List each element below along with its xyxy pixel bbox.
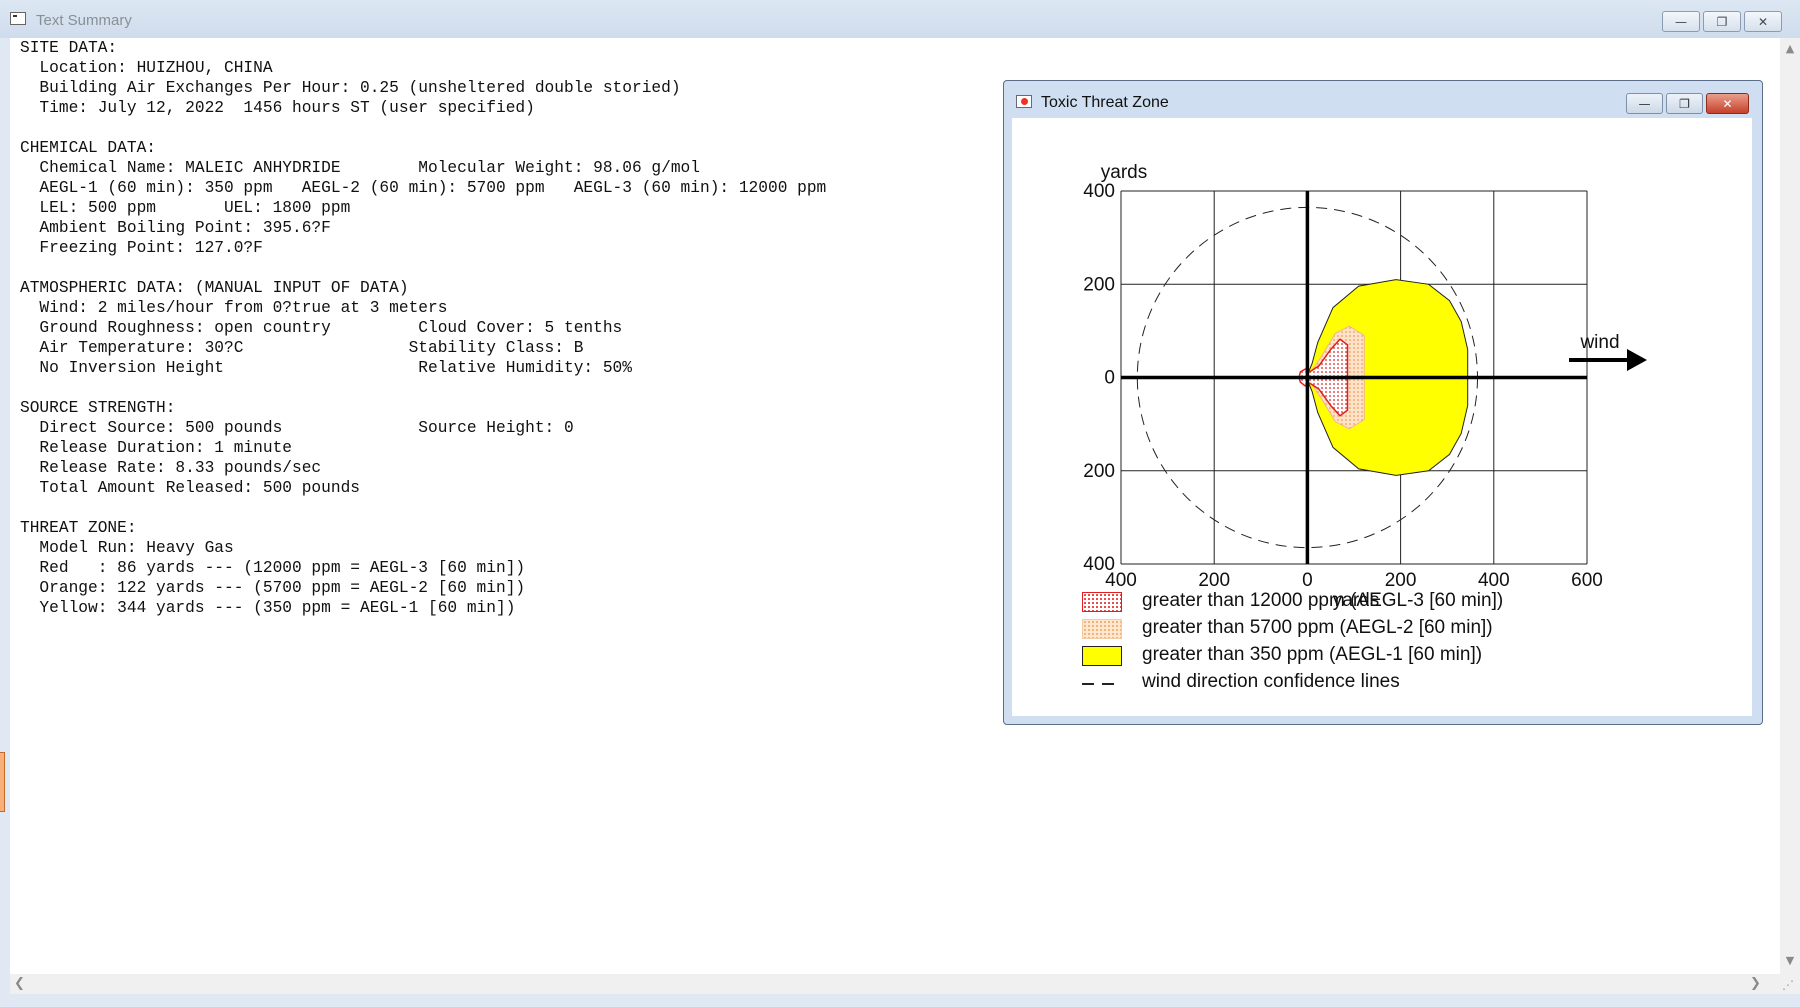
threat-maximize-button[interactable]: ❐ [1666,93,1703,114]
legend-label: greater than 350 ppm (AEGL-1 [60 min]) [1142,644,1483,665]
red-swatch [1082,592,1122,612]
window-title: Text Summary [36,12,132,29]
threat-app-icon [1016,95,1032,108]
y-tick-label: 200 [1083,274,1115,295]
x-tick-label: 200 [1198,570,1230,591]
threat-window-title: Toxic Threat Zone [1041,94,1169,111]
legend-label: wind direction confidence lines [1142,671,1400,692]
scroll-left-icon[interactable]: ❮ [14,976,25,991]
y-tick-label: 200 [1083,461,1115,482]
plot-axes [1121,191,1587,564]
legend-label: greater than 12000 ppm (AEGL-3 [60 min]) [1142,590,1504,611]
threat-plot-area: 400 200 0 200 400 600 400 200 0 200 400 yards yard… [1012,118,1752,716]
minimize-button[interactable]: — [1662,11,1700,32]
threat-close-button[interactable]: ✕ [1706,93,1749,114]
horizontal-scrollbar[interactable]: ❮ ❯ [10,974,1780,994]
scroll-up-icon[interactable]: ▲ [1780,42,1800,58]
close-button[interactable]: ✕ [1744,11,1782,32]
summary-text: SITE DATA: Location: HUIZHOU, CHINA Buil… [20,39,827,617]
x-tick-label: 600 [1571,570,1603,591]
dashed-line-swatch [1082,683,1122,685]
orange-swatch [1082,619,1122,639]
y-tick-label: 400 [1083,554,1115,575]
title-bar[interactable]: Text Summary — ❐ ✕ [0,0,1800,38]
legend-label: greater than 5700 ppm (AEGL-2 [60 min]) [1142,617,1493,638]
vertical-scrollbar[interactable]: ▲ ▼ [1780,38,1800,994]
threat-title-bar[interactable]: Toxic Threat Zone — ❐ ✕ [1004,81,1762,115]
x-tick-label: 0 [1302,570,1313,591]
wind-label: wind [1579,332,1619,353]
scroll-down-icon[interactable]: ▼ [1780,954,1800,970]
text-summary-window: Text Summary — ❐ ✕ SITE DATA: Location: … [0,0,1800,1007]
yellow-swatch [1082,646,1122,666]
app-icon [10,12,26,25]
threat-zone-window: Toxic Threat Zone — ❐ ✕ 400 200 0 200 40… [1003,80,1763,725]
maximize-button[interactable]: ❐ [1703,11,1741,32]
side-tab[interactable] [0,752,5,812]
x-tick-label: 200 [1385,570,1417,591]
resize-grip-icon[interactable]: ⋰ [1782,978,1794,992]
y-tick-label: 400 [1083,181,1115,202]
x-tick-label: 400 [1478,570,1510,591]
y-axis-label: yards [1101,162,1147,183]
scroll-right-icon[interactable]: ❯ [1750,976,1761,991]
threat-minimize-button[interactable]: — [1626,93,1663,114]
y-tick-label: 0 [1104,368,1115,389]
